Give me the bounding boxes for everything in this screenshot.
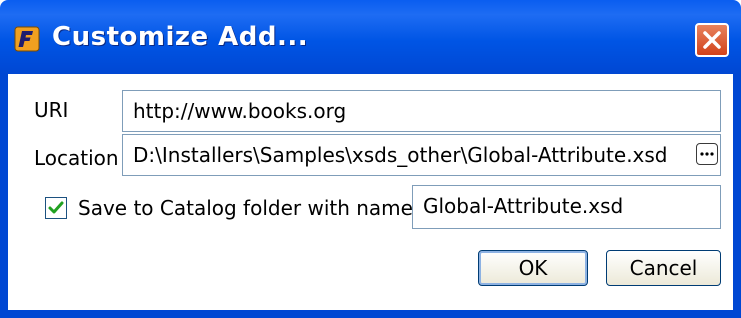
- close-icon: [703, 31, 721, 49]
- browse-button[interactable]: [696, 143, 718, 165]
- location-label: Location: [34, 146, 119, 170]
- location-input[interactable]: D:\Installers\Samples\xsds_other\Global-…: [122, 134, 721, 176]
- uri-label: URI: [34, 98, 69, 122]
- window-frame-left: [0, 74, 8, 318]
- close-button[interactable]: [695, 23, 729, 57]
- window-title: Customize Add...: [52, 22, 309, 52]
- dialog-window: Customize Add... URI http://www.books.or…: [0, 0, 741, 318]
- dialog-content: URI http://www.books.org Location D:\Ins…: [8, 74, 733, 310]
- checkmark-icon: [48, 201, 64, 214]
- title-bar[interactable]: Customize Add...: [0, 0, 741, 74]
- cancel-button[interactable]: Cancel: [606, 250, 721, 286]
- location-value: D:\Installers\Samples\xsds_other\Global-…: [133, 143, 668, 167]
- window-frame-right: [733, 74, 741, 318]
- ok-button[interactable]: OK: [478, 250, 588, 286]
- ellipsis-icon: [700, 152, 714, 156]
- window-frame-bottom: [0, 310, 741, 318]
- app-logo-icon: [14, 26, 40, 52]
- save-to-catalog-label: Save to Catalog folder with name: [78, 196, 413, 220]
- uri-input[interactable]: http://www.books.org: [122, 90, 721, 132]
- catalog-name-input[interactable]: Global-Attribute.xsd: [412, 185, 721, 229]
- save-to-catalog-checkbox[interactable]: [45, 197, 67, 219]
